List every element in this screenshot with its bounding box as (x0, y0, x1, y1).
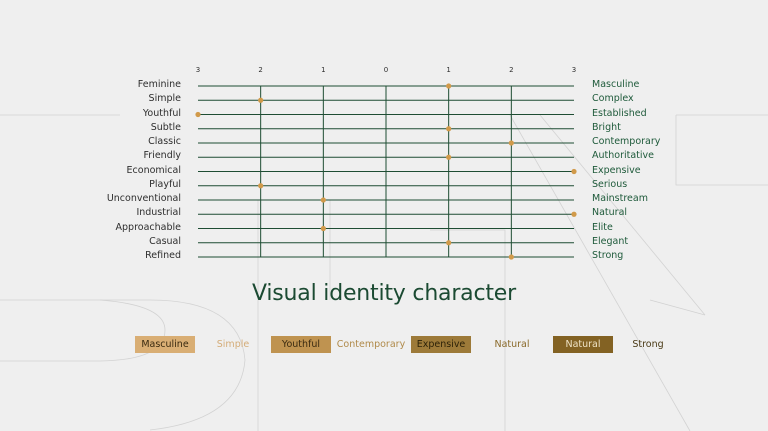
data-point (320, 225, 326, 232)
row-label-left: Unconventional (106, 193, 181, 204)
legend-item: Youthful (271, 336, 331, 353)
row-label-left: Feminine (137, 79, 181, 90)
data-point (446, 83, 452, 89)
data-point (571, 168, 577, 175)
row-label-right: Masculine (592, 79, 640, 90)
row-label-left: Refined (145, 250, 181, 261)
tick-label: 0 (383, 66, 389, 74)
row-label-left: Classic (148, 136, 181, 147)
data-point (446, 154, 452, 160)
data-point (258, 97, 264, 103)
row-label-right: Bright (592, 121, 621, 133)
data-point (446, 126, 452, 132)
row-label-right: Expensive (592, 164, 641, 176)
data-point (258, 183, 264, 189)
row-label-right: Strong (592, 250, 624, 261)
legend-item: Natural (553, 336, 613, 353)
row-label-left: Youthful (142, 107, 181, 119)
data-point (320, 197, 326, 203)
tick-label: 3 (195, 66, 201, 74)
row-label-left: Casual (149, 235, 181, 247)
tick-label: 3 (571, 66, 577, 74)
row-label-left: Friendly (143, 150, 181, 162)
legend-item: Masculine (135, 336, 195, 353)
row-label-left: Simple (148, 93, 181, 105)
tick-label: 2 (509, 66, 514, 74)
legend-item: Strong (632, 339, 664, 350)
chart-title: Visual identity character (252, 281, 516, 306)
tick-label: 2 (258, 66, 263, 74)
legend-item: Contemporary (336, 339, 406, 350)
data-point (508, 254, 514, 260)
row-label-left: Playful (149, 178, 181, 190)
row-label-right: Elite (592, 221, 613, 233)
legend-item: Expensive (411, 336, 471, 353)
row-label-right: Serious (592, 178, 628, 190)
tick-label: 1 (321, 66, 326, 74)
row-label-right: Elegant (592, 235, 629, 247)
row-label-right: Complex (592, 93, 634, 105)
row-label-left: Industrial (136, 207, 181, 219)
data-point (195, 111, 201, 118)
row-label-left: Economical (126, 164, 181, 176)
row-label-right: Authoritative (592, 150, 655, 162)
row-label-left: Approachable (115, 221, 181, 233)
data-point (446, 240, 452, 246)
tick-label: 1 (446, 66, 451, 74)
row-label-right: Established (592, 107, 647, 119)
row-label-right: Natural (592, 207, 628, 219)
data-point (571, 211, 577, 217)
row-label-left: Subtle (150, 121, 181, 133)
legend-item: Natural (494, 339, 530, 350)
data-point (508, 140, 514, 146)
row-label-right: Mainstream (592, 193, 648, 204)
row-label-right: Contemporary (592, 136, 661, 147)
legend-item: Simple (216, 339, 250, 350)
legend: Masculine Simple Youthful Contemporary Expen… (135, 336, 683, 353)
